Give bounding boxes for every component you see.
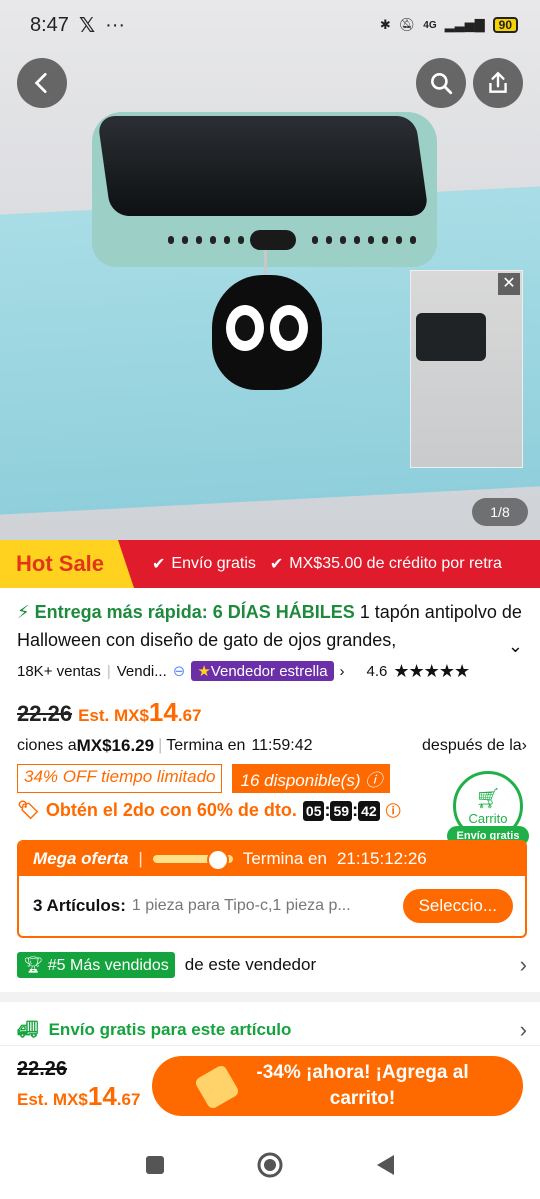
- image-counter: 1/8: [472, 498, 528, 526]
- second-item-offer: 🏷︎ Obtén el 2do con 60% de dto. 05:59:42…: [17, 800, 527, 821]
- divider: |: [106, 662, 111, 680]
- mega-offer-progress: [152, 849, 233, 871]
- network-label: 4G: [423, 19, 437, 31]
- select-button[interactable]: Seleccio...: [402, 889, 513, 923]
- perk-free-shipping: ✔ Envío gratis: [152, 555, 256, 573]
- best-seller-badge: 🏆︎ #5 Más vendidos: [17, 952, 175, 978]
- best-seller-text: de este vendedor: [184, 955, 317, 974]
- rating-value: 4.6: [366, 662, 388, 680]
- mega-offer-title: Mega oferta: [33, 849, 129, 868]
- share-icon: [489, 71, 507, 93]
- recent-apps-icon[interactable]: [144, 1154, 166, 1176]
- chevron-right-icon[interactable]: ›: [340, 663, 345, 680]
- share-button[interactable]: [473, 58, 523, 108]
- rating-stars: ★★★★★: [393, 660, 470, 681]
- lightning-icon: ⚡: [17, 602, 30, 622]
- bottom-original-price: 22.26: [17, 1058, 68, 1080]
- stock-tag: 16 disponible(s) ⓘ: [232, 764, 391, 793]
- signal-icon: ▂▃▅▇: [444, 17, 485, 32]
- perk-credit: ✔ MX$35.00 de crédito por retra: [269, 555, 502, 573]
- seller-name[interactable]: Vendi...: [117, 663, 167, 680]
- hot-sale-label: Hot Sale: [0, 540, 134, 588]
- coupon-prefix: ciones a: [17, 737, 77, 754]
- coupon-after: después de la: [422, 737, 522, 754]
- star-seller-badge[interactable]: ★Vendedor estrella: [191, 661, 334, 681]
- second-offer-timer: 05:59:42: [302, 800, 380, 821]
- bottom-estimated-price: Est. MX$14.67: [17, 1081, 141, 1111]
- mega-items-desc: 1 pieza para Tipo-c,1 pieza p...: [131, 897, 351, 914]
- second-offer-label: Obtén el 2do con 60% de dto.: [45, 800, 297, 820]
- discount-tag: 34% OFF tiempo limitado: [17, 764, 223, 793]
- status-time: 8:47: [30, 13, 69, 36]
- mega-ends-time: 21:15:12:26: [336, 849, 427, 868]
- help-icon[interactable]: ⓘ: [386, 800, 401, 821]
- status-bar: 8:47 𝕏 ··· ✱ 🔕︎ 4G ▂▃▅▇ 90: [0, 0, 540, 50]
- search-icon: [431, 73, 453, 95]
- offer-tags: 34% OFF tiempo limitado 16 disponible(s)…: [17, 764, 527, 793]
- image-cat-plug: [212, 275, 322, 390]
- check-icon: ✔: [152, 556, 166, 573]
- close-icon[interactable]: ✕: [498, 273, 520, 295]
- bottom-purchase-bar: 22.26 Est. MX$14.67 -34% ¡ahora! ¡Agrega…: [0, 1045, 540, 1125]
- coupon-ends-time: 11:59:42: [251, 737, 313, 754]
- original-price: 22.26: [17, 701, 73, 726]
- star-icon: ★: [197, 663, 211, 680]
- back-nav-icon[interactable]: [374, 1153, 396, 1177]
- truck-icon: 🚚︎: [17, 1020, 39, 1039]
- coupon-ends-label: Termina en: [166, 737, 246, 754]
- help-icon[interactable]: ⓘ: [365, 771, 382, 790]
- mega-items-label: 3 Artículos:: [33, 896, 126, 915]
- coupon-row[interactable]: ciones a MX$16.29 | Termina en 11:59:42 …: [17, 736, 527, 756]
- section-divider: [0, 992, 540, 1002]
- bottom-prices: 22.26 Est. MX$14.67: [17, 1058, 140, 1112]
- best-seller-row[interactable]: 🏆︎ #5 Más vendidos de este vendedor ›: [17, 952, 527, 978]
- chevron-right-icon: ›: [519, 1017, 527, 1042]
- battery-icon: 90: [492, 17, 518, 33]
- search-button[interactable]: [416, 58, 466, 108]
- image-speaker-right: [312, 236, 416, 244]
- chevron-right-icon: ›: [519, 952, 527, 977]
- free-shipping-label: Envío gratis para este artículo: [48, 1020, 292, 1039]
- promo-banner: Hot Sale ✔ Envío gratis ✔ MX$35.00 de créd…: [0, 540, 540, 588]
- mega-ends-label: Termina en: [242, 849, 327, 868]
- free-shipping-row[interactable]: 🚚︎ Envío gratis para este artículo ›: [17, 1017, 527, 1043]
- cart-icon: 🛒︎: [475, 788, 501, 810]
- price-row: 22.26 Est. MX$14.67: [17, 697, 527, 728]
- system-nav-bar: [0, 1130, 540, 1199]
- trophy-icon: 🏆︎: [23, 957, 44, 974]
- check-icon: ✔: [269, 556, 284, 573]
- chevron-right-icon: ›: [521, 737, 527, 754]
- mega-offer-card[interactable]: Mega oferta | Termina en 21:15:12:26 3 A…: [17, 840, 527, 938]
- add-to-cart-button[interactable]: -34% ¡ahora! ¡Agrega al carrito!: [152, 1056, 523, 1116]
- coupon-amount: MX$16.29: [76, 736, 155, 755]
- price-tag-icon: [193, 1063, 241, 1111]
- back-button[interactable]: [17, 58, 67, 108]
- mega-offer-body: 3 Artículos: 1 pieza para Tipo-c,1 pieza…: [19, 876, 525, 936]
- mega-offer-header: Mega oferta | Termina en 21:15:12:26: [19, 842, 525, 876]
- product-title[interactable]: ⚡ Entrega más rápida: 6 DÍAS HÁBILES 1 t…: [17, 598, 527, 656]
- fast-delivery-text: Entrega más rápida: 6 DÍAS HÁBILES: [34, 602, 355, 622]
- bluetooth-icon: ✱: [379, 17, 391, 32]
- mute-icon: 🔕︎: [398, 17, 416, 32]
- more-icon: ···: [105, 13, 126, 36]
- chevron-down-icon[interactable]: ⌄: [508, 632, 523, 660]
- sales-count: 18K+ ventas: [17, 662, 101, 680]
- home-icon[interactable]: [256, 1151, 284, 1179]
- image-phone-screen: [96, 116, 430, 216]
- x-app-icon: 𝕏: [78, 14, 96, 37]
- chevron-left-icon: [34, 72, 47, 94]
- seller-level-icon: ⊖: [172, 663, 186, 680]
- product-stats: 18K+ ventas | Vendi... ⊖ ★Vendedor estre…: [17, 660, 527, 682]
- image-port: [250, 230, 296, 250]
- estimated-price: Est. MX$14.67: [78, 697, 202, 727]
- thumbnail-phone: [416, 313, 486, 361]
- tag-icon: 🏷︎: [17, 800, 40, 820]
- floating-video-thumbnail[interactable]: ✕: [410, 270, 523, 468]
- cart-label: Carrito: [468, 811, 508, 826]
